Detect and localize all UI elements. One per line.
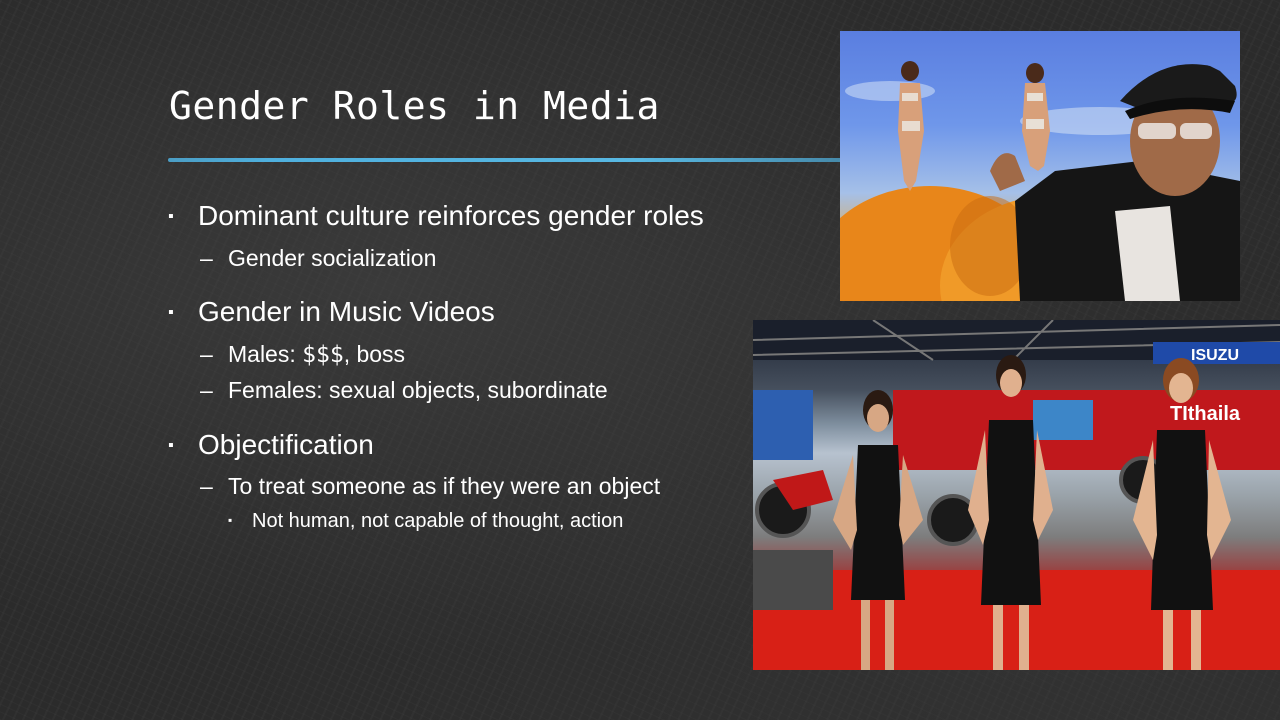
slide: Gender Roles in Media ▪ Dominant culture … bbox=[0, 0, 1280, 720]
square-bullet-icon: ▪ bbox=[168, 208, 174, 225]
music-video-photo bbox=[840, 31, 1240, 301]
dash-bullet-icon: – bbox=[200, 377, 213, 403]
bullet-level1: ▪ Gender in Music Videos bbox=[168, 296, 495, 327]
thailand-sign: TIthaila bbox=[1170, 403, 1241, 425]
bullet-level2: – Males: $$$, boss bbox=[200, 341, 406, 368]
title-underline bbox=[168, 158, 842, 162]
isuzu-sign: ISUZU bbox=[1191, 347, 1239, 364]
dash-bullet-icon: – bbox=[200, 245, 213, 271]
dash-bullet-icon: – bbox=[200, 473, 213, 499]
square-bullet-icon: ▪ bbox=[228, 513, 233, 527]
bullet-level2: – Females: sexual objects, subordinate bbox=[200, 377, 608, 403]
slide-title: Gender Roles in Media bbox=[169, 84, 660, 128]
dash-bullet-icon: – bbox=[200, 341, 213, 367]
bullet-level1: ▪ Dominant culture reinforces gender role… bbox=[168, 200, 704, 231]
auto-expo-photo: ISUZU TIthaila bbox=[753, 320, 1280, 670]
bullet-level2: – To treat someone as if they were an obj… bbox=[200, 473, 661, 499]
bullet-level2: – Gender socialization bbox=[200, 245, 437, 271]
bullet-level1: ▪ Objectification bbox=[168, 429, 374, 460]
auto-expo-illustration: ISUZU TIthaila bbox=[753, 320, 1280, 670]
square-bullet-icon: ▪ bbox=[168, 437, 174, 454]
bullet-level3: ▪ Not human, not capable of thought, acti… bbox=[228, 510, 624, 532]
music-video-illustration bbox=[840, 61, 1240, 301]
square-bullet-icon: ▪ bbox=[168, 304, 174, 321]
